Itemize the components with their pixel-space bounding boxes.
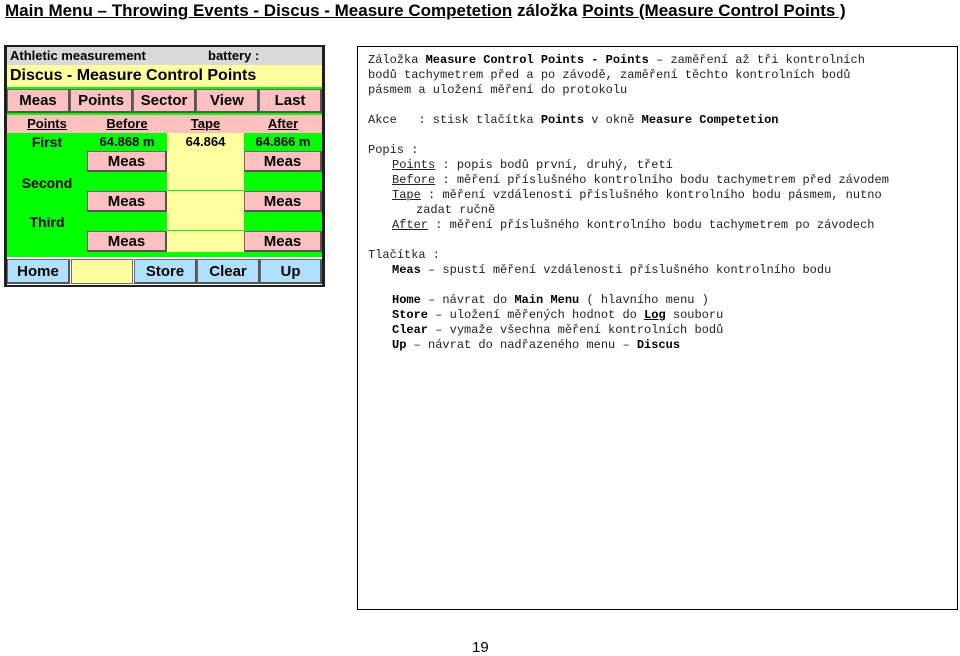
tab-sector[interactable]: Sector <box>133 89 196 113</box>
tab-meas[interactable]: Meas <box>7 89 70 113</box>
popis-points: Points : popis bodů první, druhý, třetí <box>392 158 673 172</box>
tab-points[interactable]: Points <box>70 89 133 113</box>
app-title: Athletic measurement <box>10 48 146 63</box>
title-points: Points (Measure Control Points ) <box>582 1 846 20</box>
tlacitka-home: Home – návrat do Main Menu ( hlavního me… <box>392 293 709 307</box>
device-screen: Athletic measurement battery : Discus - … <box>4 45 325 287</box>
intro-line-1: Záložka Measure Control Points - Points … <box>368 53 865 67</box>
tlacitka-title: Tlačítka : <box>368 248 441 262</box>
akce-points: Points <box>540 113 585 127</box>
third-tape-spacer <box>167 231 244 252</box>
device-header: Athletic measurement battery : <box>7 47 322 65</box>
title-main: Main Menu – Throwing Events - Discus - M… <box>5 1 513 20</box>
subtab-after[interactable]: After <box>244 115 322 133</box>
row-label-first: First <box>31 134 63 150</box>
second-tape-field[interactable] <box>167 172 244 190</box>
first-tape-value: 64.864 <box>185 134 226 149</box>
tlacitka-store: Store – uložení měřených hodnot do Log s… <box>392 308 724 322</box>
row-label-third: Third <box>29 214 65 230</box>
intro-line-3: pásmem a uložení měření do protokolu <box>368 83 628 97</box>
subtab-points[interactable]: Points <box>7 115 87 133</box>
page-number: 19 <box>472 639 489 656</box>
page-title: Main Menu – Throwing Events - Discus - M… <box>5 0 846 22</box>
subtab-tape[interactable]: Tape <box>167 115 244 133</box>
bottom-empty-field <box>71 259 133 284</box>
second-before-meas-button[interactable]: Meas <box>87 191 167 212</box>
tlacitka-clear: Clear – vymaže všechna měření kontrolníc… <box>392 323 724 337</box>
third-before-meas-button[interactable]: Meas <box>87 231 167 252</box>
clear-button[interactable]: Clear <box>197 259 260 284</box>
first-after-value: 64.866 m <box>255 134 311 149</box>
title-zalozka: záložka <box>516 1 578 20</box>
tlacitka-up: Up – návrat do nadřazeného menu – Discus <box>392 338 681 352</box>
popis-before: Before : měření příslušného kontrolního … <box>392 173 889 187</box>
second-tape-spacer <box>167 191 244 212</box>
akce-line: Akce : stisk tlačítka Points v okně Meas… <box>368 113 779 127</box>
screen-title: Discus - Measure Control Points <box>10 67 257 84</box>
store-button[interactable]: Store <box>134 259 197 284</box>
first-after-meas-button[interactable]: Meas <box>244 151 322 172</box>
subtab-before[interactable]: Before <box>87 115 167 133</box>
popis-tape: Tape : měření vzdálenosti příslušného ko… <box>392 188 882 202</box>
popis-title: Popis : <box>368 143 419 157</box>
akce-window: Measure Competetion <box>641 113 779 127</box>
home-button[interactable]: Home <box>7 259 70 284</box>
up-button[interactable]: Up <box>260 259 322 284</box>
row-label-second: Second <box>21 175 73 191</box>
intro-line-2: bodů tachymetrem před a po závodě, zaměř… <box>368 68 851 82</box>
description-panel: Záložka Measure Control Points - Points … <box>357 46 958 610</box>
bottom-bar: Home Store Clear Up <box>7 257 322 285</box>
tlacitka-meas: Meas – spustí měření vzdálenosti přísluš… <box>392 263 832 277</box>
popis-after: After : měření příslušného kontrolního b… <box>392 218 875 232</box>
battery-label: battery : <box>208 48 260 63</box>
device-body: Meas Points Sector View Last Points Befo… <box>7 87 322 257</box>
tab-view[interactable]: View <box>196 89 259 113</box>
third-after-meas-button[interactable]: Meas <box>244 231 322 252</box>
second-after-meas-button[interactable]: Meas <box>244 191 322 212</box>
intro-tab-name: Measure Control Points - Points <box>425 53 649 67</box>
first-tape-spacer <box>167 151 244 172</box>
first-before-meas-button[interactable]: Meas <box>87 151 167 172</box>
tab-last[interactable]: Last <box>259 89 322 113</box>
third-tape-field[interactable] <box>167 212 244 230</box>
first-before-value: 64.868 m <box>99 134 155 149</box>
popis-tape-2: zadat ručně <box>416 203 496 217</box>
screen-title-bar: Discus - Measure Control Points <box>7 65 322 87</box>
